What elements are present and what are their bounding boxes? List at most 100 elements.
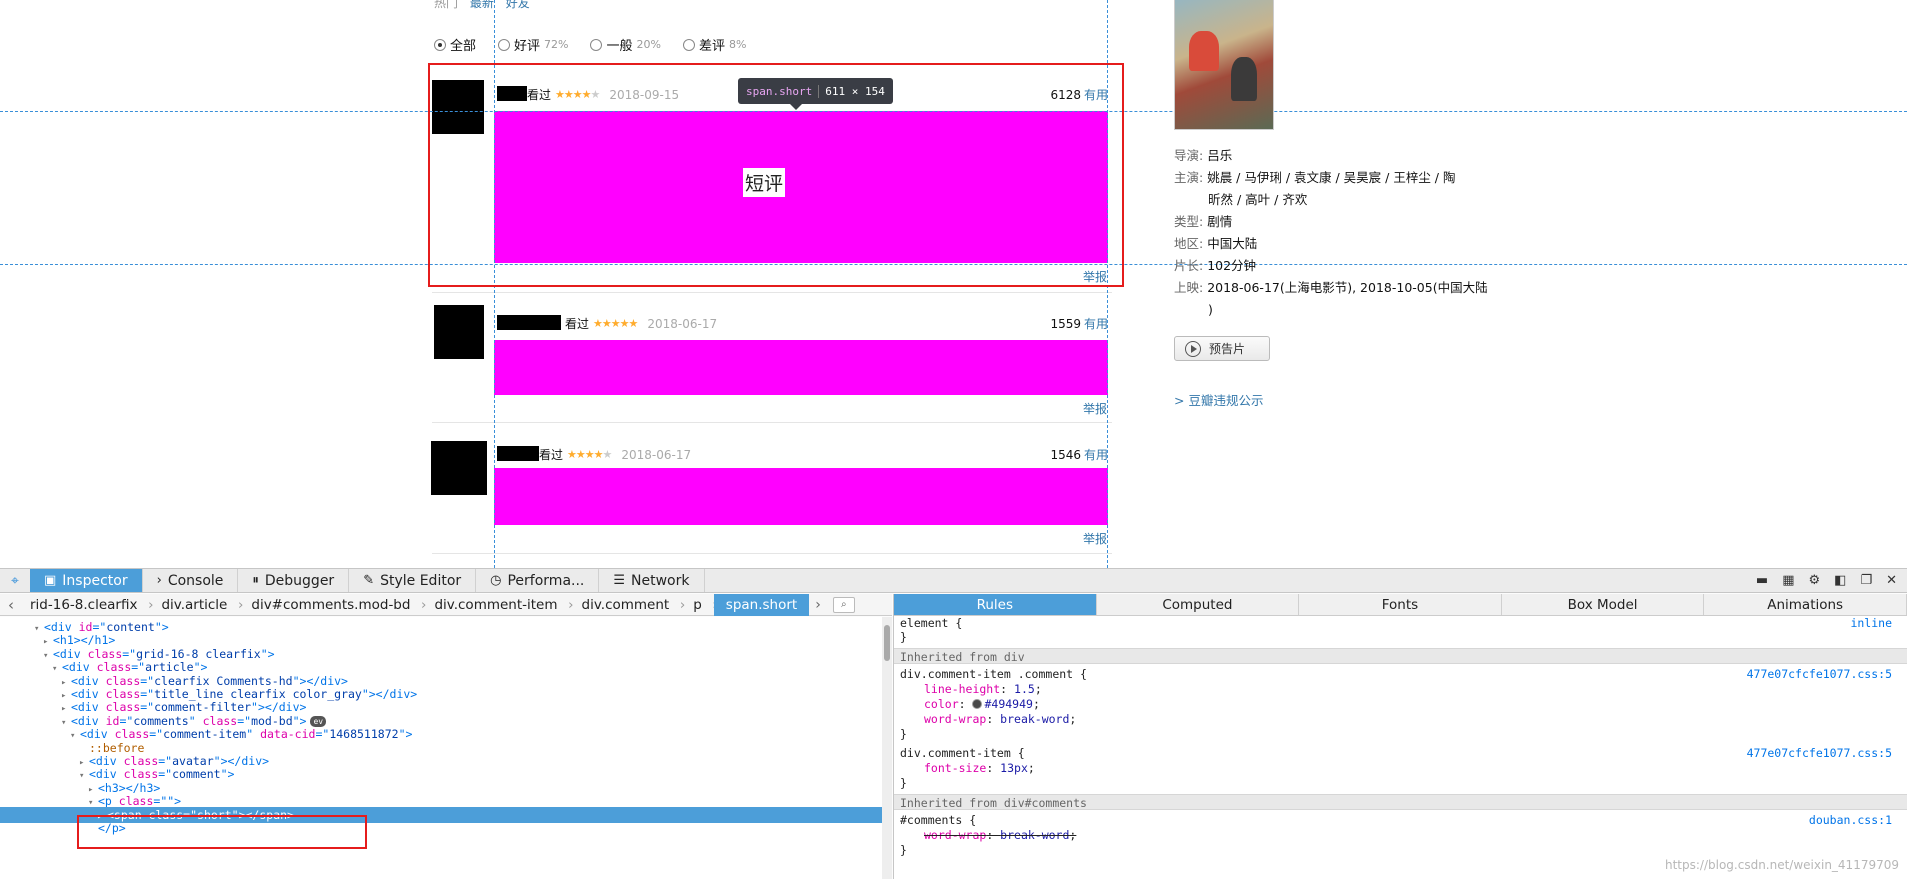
breadcrumb-item[interactable]: rid-16-8.clearfix [18,594,154,616]
star-filled-icon: ★ [628,317,639,330]
css-property-overridden[interactable]: word-wrap: break-word; [900,828,1900,843]
breadcrumb-item-selected[interactable]: span.short [713,593,810,616]
style-editor-icon: ✎ [363,573,375,588]
star-filled-icon: ★ [593,448,604,461]
tab-computed[interactable]: Computed [1097,594,1300,615]
tab-animations[interactable]: Animations [1704,594,1907,615]
tab-rules[interactable]: Rules [894,594,1097,615]
info-row: 地区: 中国大陆 [1174,233,1488,255]
info-row: 上映: 2018-06-17(上海电影节), 2018-10-05(中国大陆 [1174,277,1488,299]
tab-box-model[interactable]: Box Model [1502,594,1705,615]
info-value[interactable]: 姚晨 / 马伊琍 / 袁文康 / 吴昊宸 / 王梓尘 / 陶 [1207,170,1455,185]
search-icon[interactable]: ⌕ [832,596,855,613]
property-value[interactable]: 1.5 [1014,682,1035,696]
split-console-icon[interactable]: ▬ [1756,573,1768,588]
rule-selector: div.comment-item {477e07cfcfe1077.css:5 [900,746,1900,761]
css-property[interactable]: line-height: 1.5; [900,682,1900,697]
tab-console[interactable]: › Console [143,569,239,592]
breadcrumb-item[interactable]: p [681,594,717,616]
breadcrumb-scroll-right-icon[interactable]: › [809,597,827,613]
tab-fonts[interactable]: Fonts [1299,594,1502,615]
property-value[interactable]: #494949 [984,697,1032,711]
movie-poster[interactable] [1174,0,1274,130]
tab-inspector[interactable]: ▣ Inspector [30,569,143,592]
info-value[interactable]: 昕然 / 高叶 / 齐欢 [1208,192,1307,207]
breadcrumb-item[interactable]: div#comments.mod-bd [239,594,426,616]
avatar[interactable] [431,441,487,495]
rule-source[interactable]: douban.css:1 [1809,813,1892,828]
useful-button[interactable]: 有用 [1084,317,1108,331]
selector-text: div.comment-item .comment { [900,667,1087,681]
avatar[interactable] [434,305,484,359]
responsive-mode-icon[interactable]: ▦ [1782,573,1794,588]
report-link[interactable]: 举报 [1083,400,1107,417]
selector-text: #comments { [900,813,977,827]
inherited-header: Inherited from div [894,648,1907,664]
inspector-tooltip: span.short 611 × 154 [738,78,893,110]
close-icon[interactable]: ✕ [1886,573,1897,588]
sort-hot[interactable]: 热门 [434,0,458,10]
color-swatch-icon[interactable] [972,699,983,709]
useful-button[interactable]: 有用 [1084,448,1108,462]
divider [432,292,1112,293]
network-icon: ☰ [613,573,626,588]
tab-label: Debugger [264,572,335,589]
rule-selector: #comments { douban.css:1 [900,813,1900,828]
star-filled-icon: ★ [601,317,612,330]
dock-side-icon[interactable]: ◧ [1834,573,1846,588]
radio-icon[interactable] [498,38,511,51]
tab-debugger[interactable]: ⏸ Debugger [238,569,350,592]
property-value[interactable]: break-word [1000,712,1069,726]
tab-performance[interactable]: ◷ Performa... [476,569,600,592]
watch-status: 看过 [539,448,564,462]
breadcrumb-scroll-left-icon[interactable]: ‹ [0,596,18,614]
property-value[interactable]: break-word [1000,828,1069,842]
rule-source[interactable]: 477e07cfcfe1077.css:5 [1747,667,1892,682]
tab-network[interactable]: ☰ Network [599,569,705,592]
breadcrumb-item[interactable]: div.comment-item [422,594,573,616]
devtools-toolbar: ⌖ ▣ Inspector › Console ⏸ Debugger ✎ Style E… [0,569,1907,593]
property-name[interactable]: word-wrap [924,828,986,842]
css-property[interactable]: color: #494949; [900,697,1900,712]
scrollbar-thumb[interactable] [884,625,890,661]
property-name[interactable]: color [924,697,959,711]
gear-icon[interactable]: ⚙ [1808,573,1820,588]
property-value[interactable]: 13px [1000,761,1028,775]
event-badge[interactable]: ev [310,715,327,727]
sort-friends[interactable]: 好友 [506,0,530,10]
breadcrumb-item[interactable]: div.article [149,594,243,616]
css-property[interactable]: font-size: 13px; [900,761,1900,776]
comment-meta: 看过 ★★★★★ 2018-06-17 [539,446,691,463]
undock-icon[interactable]: ❐ [1860,573,1872,588]
rule-source[interactable]: inline [1850,616,1892,631]
devtools-panel: ⌖ ▣ Inspector › Console ⏸ Debugger ✎ Style E… [0,568,1907,879]
violation-notice-link[interactable]: > 豆瓣违规公示 [1174,390,1263,409]
trailer-button[interactable]: 预告片 [1174,336,1270,361]
vote-number: 1559 [1050,317,1081,331]
filter-label: 好评 [514,39,541,54]
star-filled-icon: ★ [575,448,586,461]
radio-checked-icon[interactable] [434,38,446,51]
filter-average[interactable]: 一般 20% [590,35,661,54]
markup-scrollbar[interactable] [882,617,892,879]
inspector-icon: ▣ [44,573,57,588]
property-name[interactable]: line-height [924,682,1000,696]
filter-good[interactable]: 好评 72% [498,35,568,54]
filter-bad[interactable]: 差评 8% [682,35,746,54]
rule-source[interactable]: 477e07cfcfe1077.css:5 [1747,746,1892,761]
tab-style-editor[interactable]: ✎ Style Editor [349,569,477,592]
star-filled-icon: ★ [610,317,621,330]
breadcrumb-item[interactable]: div.comment [570,594,685,616]
report-link[interactable]: 举报 [1083,530,1107,547]
css-property[interactable]: word-wrap: break-word; [900,712,1900,727]
filter-all[interactable]: 全部 [434,35,476,54]
property-name[interactable]: word-wrap [924,712,986,726]
info-value[interactable]: 吕乐 [1207,148,1232,163]
property-name[interactable]: font-size [924,761,986,775]
sort-latest[interactable]: 最新 [470,0,494,10]
radio-icon[interactable] [590,38,603,51]
selector-text: element { [900,616,963,630]
element-picker-icon[interactable]: ⌖ [0,569,30,592]
radio-icon[interactable] [682,38,695,51]
tab-label: Console [167,572,224,589]
